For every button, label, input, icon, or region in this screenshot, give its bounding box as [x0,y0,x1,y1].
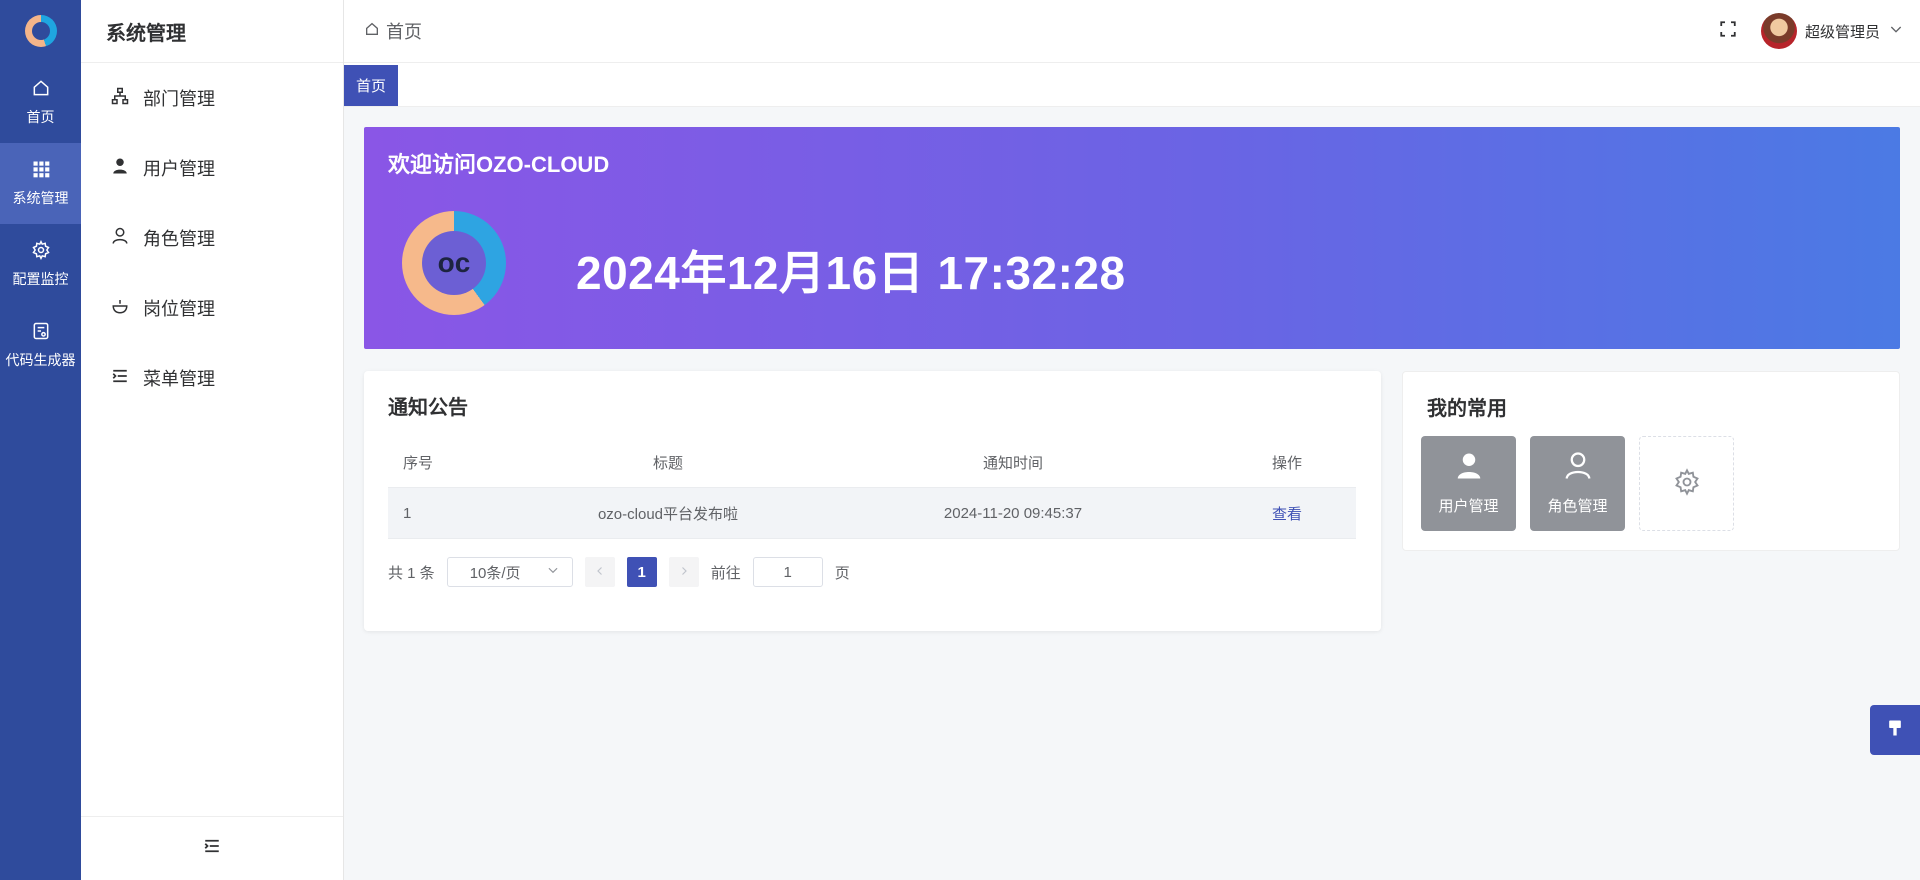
submenu-item-label: 用户管理 [143,159,215,179]
collapse-button[interactable] [81,816,343,880]
table-header: 序号 标题 通知时间 操作 [388,437,1356,487]
page-size-select[interactable]: 10条/页 [446,557,573,587]
column-header: 标题 [652,454,683,472]
submenu-item-role[interactable]: 角色管理 [81,203,343,273]
column-header: 通知时间 [982,454,1043,472]
sidebar-item-system[interactable]: 系统管理 [0,143,81,224]
goto-page-input[interactable]: 1 [752,557,823,587]
submenu-panel: 系统管理 部门管理 用户管理 角色管理 岗位管理 菜单管理 [81,0,344,880]
favorites-settings-button[interactable] [1639,436,1734,531]
user-menu[interactable]: 超级管理员 [1760,13,1904,49]
notice-title: 通知公告 [388,397,468,419]
sidebar-item-label: 代码生成器 [5,352,76,368]
favorite-label: 角色管理 [1547,498,1608,515]
breadcrumb: 首页 [364,18,422,44]
notice-table: 序号 标题 通知时间 操作 1 ozo-cloud平台发布啦 2024-11-2… [388,437,1356,539]
submenu-item-post[interactable]: 岗位管理 [81,273,343,343]
submenu-title: 系统管理 [81,0,343,63]
fullscreen-icon[interactable] [1719,20,1737,43]
submenu-item-label: 岗位管理 [143,299,215,319]
user-outline-icon [111,227,129,250]
next-page-button[interactable] [668,557,699,587]
prev-page-button[interactable] [584,557,615,587]
username: 超级管理员 [1804,23,1880,41]
submenu-item-menu[interactable]: 菜单管理 [81,343,343,413]
submenu-item-dept[interactable]: 部门管理 [81,63,343,133]
user-solid-icon [1454,451,1484,485]
sidebar-item-monitor[interactable]: 配置监控 [0,224,81,305]
collapse-icon [203,837,221,860]
cell-index: 1 [403,504,412,522]
submenu-item-label: 角色管理 [143,229,215,249]
breadcrumb-home[interactable]: 首页 [386,18,422,44]
cell-time: 2024-11-20 09:45:37 [943,504,1083,522]
chevron-right-icon [678,564,690,581]
favorite-role-management[interactable]: 角色管理 [1530,436,1625,531]
chevron-down-icon [1888,21,1904,41]
banner-logo: oc [402,211,506,315]
gear-icon [31,239,51,263]
code-generator-icon [31,321,51,344]
column-header: 操作 [1271,454,1302,472]
page-number-button[interactable]: 1 [626,557,657,587]
submenu-item-label: 部门管理 [143,89,215,109]
post-icon [111,297,129,320]
org-chart-icon [111,87,129,110]
sidebar-item-codegen[interactable]: 代码生成器 [0,305,81,386]
user-outline-icon [1563,451,1593,485]
goto-label: 前往 [710,564,741,582]
sidebar-item-label: 系统管理 [12,190,69,206]
favorites-list: 用户管理 角色管理 [1421,436,1734,531]
column-header: 序号 [403,454,434,472]
grid-icon [31,159,51,182]
home-icon [364,21,380,42]
welcome-banner: 欢迎访问OZO-CLOUD oc 2024年12月16日 17:32:28 [364,127,1900,349]
theme-settings-button[interactable] [1870,705,1920,755]
favorite-label: 用户管理 [1438,498,1499,515]
view-link[interactable]: 查看 [1272,506,1302,523]
top-header: 首页 超级管理员 [344,0,1920,63]
tabs-bar: 首页 [344,63,1920,107]
main-sidebar: 首页 系统管理 配置监控 代码生成器 [0,0,81,880]
submenu-item-user[interactable]: 用户管理 [81,133,343,203]
home-icon [31,78,51,101]
page-unit-label: 页 [834,564,850,582]
sidebar-item-label: 配置监控 [12,271,69,287]
favorites-title: 我的常用 [1427,398,1507,420]
sidebar-item-home[interactable]: 首页 [0,62,81,143]
notice-card: 通知公告 序号 标题 通知时间 操作 1 ozo-cloud平台发布啦 2024… [364,371,1381,631]
menu-list-icon [111,367,129,390]
paint-brush-icon [1885,718,1905,743]
pagination-total: 共 1 条 [388,564,435,582]
favorite-user-management[interactable]: 用户管理 [1421,436,1516,531]
favorites-card: 我的常用 用户管理 角色管理 [1402,371,1900,551]
chevron-down-icon [546,563,560,581]
banner-title: 欢迎访问OZO-CLOUD [388,152,610,177]
gear-icon [1673,467,1701,500]
page-size-value: 10条/页 [469,564,521,582]
pagination: 共 1 条 10条/页 1 前往 1 页 [388,557,850,587]
submenu-item-label: 菜单管理 [143,369,215,389]
avatar [1760,13,1797,49]
table-row: 1 ozo-cloud平台发布啦 2024-11-20 09:45:37 查看 [388,487,1356,539]
tab-home[interactable]: 首页 [344,65,399,106]
user-solid-icon [111,157,129,180]
app-logo [0,0,81,62]
sidebar-item-label: 首页 [26,109,55,125]
banner-logo-text: oc [422,231,486,295]
cell-title: ozo-cloud平台发布啦 [597,505,739,523]
banner-datetime: 2024年12月16日 17:32:28 [576,247,1126,299]
chevron-left-icon [594,564,606,581]
